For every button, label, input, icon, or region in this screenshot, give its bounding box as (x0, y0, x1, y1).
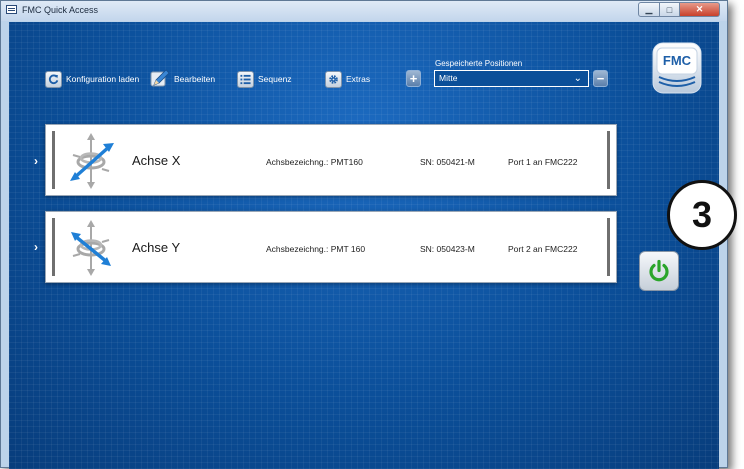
logo-text: FMC (662, 53, 692, 68)
load-config-button[interactable]: Konfiguration laden (45, 69, 139, 89)
expand-axis-y-arrow[interactable]: › (34, 240, 38, 254)
axis-designation: Achsbezeichng.: PMT160 (266, 157, 363, 167)
sequence-label: Sequenz (258, 74, 292, 84)
load-config-label: Konfiguration laden (66, 74, 140, 84)
sequence-button[interactable]: Sequenz (237, 69, 292, 89)
remove-position-button[interactable]: − (593, 70, 608, 87)
window-title: FMC Quick Access (22, 5, 99, 15)
axis-x-icon (66, 131, 116, 191)
refresh-icon (45, 70, 62, 88)
card-edge-right (607, 131, 610, 189)
edit-label: Bearbeiten (174, 74, 216, 84)
minimize-button[interactable]: ▁ (638, 2, 660, 17)
axis-card-x[interactable]: Achse X Achsbezeichng.: PMT160 SN: 05042… (45, 124, 617, 196)
add-position-button[interactable]: + (406, 70, 421, 87)
card-edge-left (52, 218, 55, 276)
expand-axis-x-arrow[interactable]: › (34, 154, 38, 168)
axis-port: Port 2 an FMC222 (508, 244, 578, 254)
app-icon (6, 5, 17, 14)
step-number-badge: 3 (667, 180, 737, 250)
axis-name: Achse Y (132, 240, 181, 255)
extras-button[interactable]: Extras (325, 69, 370, 89)
saved-positions-select[interactable]: Mitte ⌄ (434, 70, 589, 87)
main-area: Konfiguration laden Bearbeiten Sequenz E… (9, 22, 719, 469)
saved-positions-label: Gespeicherte Positionen (435, 59, 523, 68)
minimize-icon: ▁ (645, 4, 653, 14)
axis-name: Achse X (132, 153, 181, 168)
maximize-icon: □ (666, 4, 673, 15)
axis-serial: SN: 050421-M (420, 157, 475, 167)
axis-port: Port 1 an FMC222 (508, 157, 578, 167)
axis-card-y[interactable]: Achse Y Achsbezeichng.: PMT 160 SN: 0504… (45, 211, 617, 283)
chevron-down-icon: ⌄ (573, 73, 582, 84)
selected-position: Mitte (439, 73, 458, 83)
maximize-button[interactable]: □ (660, 2, 680, 17)
card-edge-right (607, 218, 610, 276)
axis-serial: SN: 050423-M (420, 244, 475, 254)
pencil-icon (150, 69, 170, 89)
gear-icon (325, 70, 342, 88)
axis-designation: Achsbezeichng.: PMT 160 (266, 244, 366, 254)
window-controls: ▁ □ ✕ (638, 2, 720, 17)
minus-icon: − (596, 71, 605, 86)
close-button[interactable]: ✕ (680, 2, 720, 17)
axis-y-icon (66, 218, 116, 278)
close-icon: ✕ (695, 4, 704, 14)
edit-button[interactable]: Bearbeiten (150, 69, 215, 89)
extras-label: Extras (346, 74, 371, 84)
power-icon (647, 259, 671, 288)
title-bar[interactable]: FMC Quick Access ▁ □ ✕ (1, 1, 727, 21)
plus-icon: + (409, 71, 418, 86)
app-window: FMC Quick Access ▁ □ ✕ Konfiguration lad… (0, 0, 728, 469)
list-icon (237, 70, 254, 88)
fmc-logo: FMC (647, 39, 707, 97)
card-edge-left (52, 131, 55, 189)
power-button[interactable] (639, 251, 679, 291)
